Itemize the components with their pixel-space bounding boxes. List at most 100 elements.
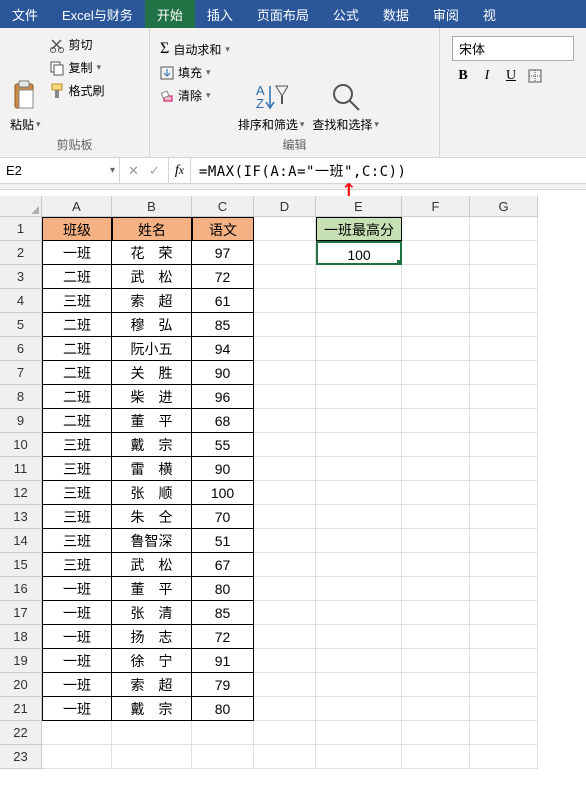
cell[interactable]	[316, 361, 402, 385]
row-header[interactable]: 12	[0, 481, 42, 505]
header-cell[interactable]: 姓名	[112, 217, 192, 241]
cell-name[interactable]: 雷 横	[112, 457, 192, 481]
cell-score[interactable]: 70	[192, 505, 254, 529]
cell[interactable]	[470, 217, 538, 241]
cell[interactable]	[254, 313, 316, 337]
row-header[interactable]: 5	[0, 313, 42, 337]
cell-class[interactable]: 一班	[42, 241, 112, 265]
cell-name[interactable]: 董 平	[112, 409, 192, 433]
cell-class[interactable]: 三班	[42, 289, 112, 313]
cell[interactable]	[470, 697, 538, 721]
cell-score[interactable]: 72	[192, 625, 254, 649]
name-box[interactable]: ▾	[0, 158, 120, 183]
cell[interactable]	[42, 721, 112, 745]
tab-审阅[interactable]: 审阅	[421, 0, 471, 28]
cell-score[interactable]: 80	[192, 697, 254, 721]
cell-class[interactable]: 一班	[42, 697, 112, 721]
cell-class[interactable]: 二班	[42, 361, 112, 385]
cell-score[interactable]: 94	[192, 337, 254, 361]
cell[interactable]	[254, 289, 316, 313]
cell-class[interactable]: 三班	[42, 553, 112, 577]
row-header[interactable]: 9	[0, 409, 42, 433]
cell[interactable]	[316, 505, 402, 529]
cell[interactable]	[254, 745, 316, 769]
cell[interactable]	[316, 721, 402, 745]
italic-button[interactable]: I	[476, 65, 498, 87]
cell[interactable]	[470, 409, 538, 433]
cell-score[interactable]: 85	[192, 313, 254, 337]
name-box-input[interactable]	[6, 163, 86, 178]
cell[interactable]	[254, 721, 316, 745]
cell-score[interactable]: 100	[192, 481, 254, 505]
tab-文件[interactable]: 文件	[0, 0, 50, 28]
cell[interactable]	[254, 649, 316, 673]
header-cell[interactable]: 语文	[192, 217, 254, 241]
cell-name[interactable]: 朱 仝	[112, 505, 192, 529]
spreadsheet-grid[interactable]: ABCDEFG 1班级姓名语文一班最高分2一班花 荣971003二班武 松724…	[0, 196, 586, 769]
cell[interactable]	[254, 385, 316, 409]
cell[interactable]	[402, 217, 470, 241]
cell[interactable]	[42, 745, 112, 769]
cell-class[interactable]: 三班	[42, 481, 112, 505]
cell-name[interactable]: 穆 弘	[112, 313, 192, 337]
cell[interactable]	[316, 601, 402, 625]
cell[interactable]	[254, 457, 316, 481]
cell-name[interactable]: 阮小五	[112, 337, 192, 361]
cell[interactable]	[254, 361, 316, 385]
cell[interactable]	[254, 409, 316, 433]
cell[interactable]	[254, 505, 316, 529]
cell[interactable]	[316, 673, 402, 697]
cell-name[interactable]: 索 超	[112, 673, 192, 697]
cell[interactable]	[470, 505, 538, 529]
cell[interactable]	[316, 553, 402, 577]
cell[interactable]	[402, 385, 470, 409]
cell-class[interactable]: 二班	[42, 337, 112, 361]
cell[interactable]	[402, 337, 470, 361]
cell[interactable]	[316, 337, 402, 361]
cell-name[interactable]: 董 平	[112, 577, 192, 601]
row-header[interactable]: 6	[0, 337, 42, 361]
cell[interactable]	[470, 241, 538, 265]
cell[interactable]	[316, 649, 402, 673]
cell-name[interactable]: 鲁智深	[112, 529, 192, 553]
formula-input[interactable]: =MAX(IF(A:A="一班",C:C)) ↑	[191, 158, 586, 183]
cell-class[interactable]: 一班	[42, 673, 112, 697]
cell-name[interactable]: 关 胜	[112, 361, 192, 385]
row-header[interactable]: 16	[0, 577, 42, 601]
chevron-down-icon[interactable]: ▾	[110, 165, 115, 176]
cell[interactable]	[254, 697, 316, 721]
column-header[interactable]: C	[192, 196, 254, 217]
row-header[interactable]: 13	[0, 505, 42, 529]
cell[interactable]	[112, 745, 192, 769]
cell[interactable]	[402, 361, 470, 385]
cell[interactable]	[402, 481, 470, 505]
column-header[interactable]: F	[402, 196, 470, 217]
row-header[interactable]: 17	[0, 601, 42, 625]
copy-button[interactable]: 复制▾	[49, 57, 105, 78]
cell[interactable]	[316, 697, 402, 721]
selected-cell-E2[interactable]: 100	[316, 241, 402, 265]
column-header[interactable]: A	[42, 196, 112, 217]
row-header[interactable]: 22	[0, 721, 42, 745]
cell-class[interactable]: 三班	[42, 529, 112, 553]
cell[interactable]	[402, 313, 470, 337]
row-header[interactable]: 19	[0, 649, 42, 673]
cell-class[interactable]: 二班	[42, 265, 112, 289]
column-header[interactable]: G	[470, 196, 538, 217]
cell[interactable]	[470, 289, 538, 313]
cell-score[interactable]: 96	[192, 385, 254, 409]
cell[interactable]	[402, 457, 470, 481]
tab-插入[interactable]: 插入	[195, 0, 245, 28]
cell[interactable]	[316, 481, 402, 505]
cell[interactable]	[254, 481, 316, 505]
row-header[interactable]: 14	[0, 529, 42, 553]
cell[interactable]	[316, 289, 402, 313]
row-header[interactable]: 3	[0, 265, 42, 289]
row-header[interactable]: 18	[0, 625, 42, 649]
cell[interactable]	[192, 721, 254, 745]
cell-score[interactable]: 90	[192, 457, 254, 481]
confirm-formula-icon[interactable]: ✓	[149, 163, 160, 179]
cell[interactable]	[470, 265, 538, 289]
cell[interactable]	[316, 745, 402, 769]
cell-name[interactable]: 武 松	[112, 265, 192, 289]
